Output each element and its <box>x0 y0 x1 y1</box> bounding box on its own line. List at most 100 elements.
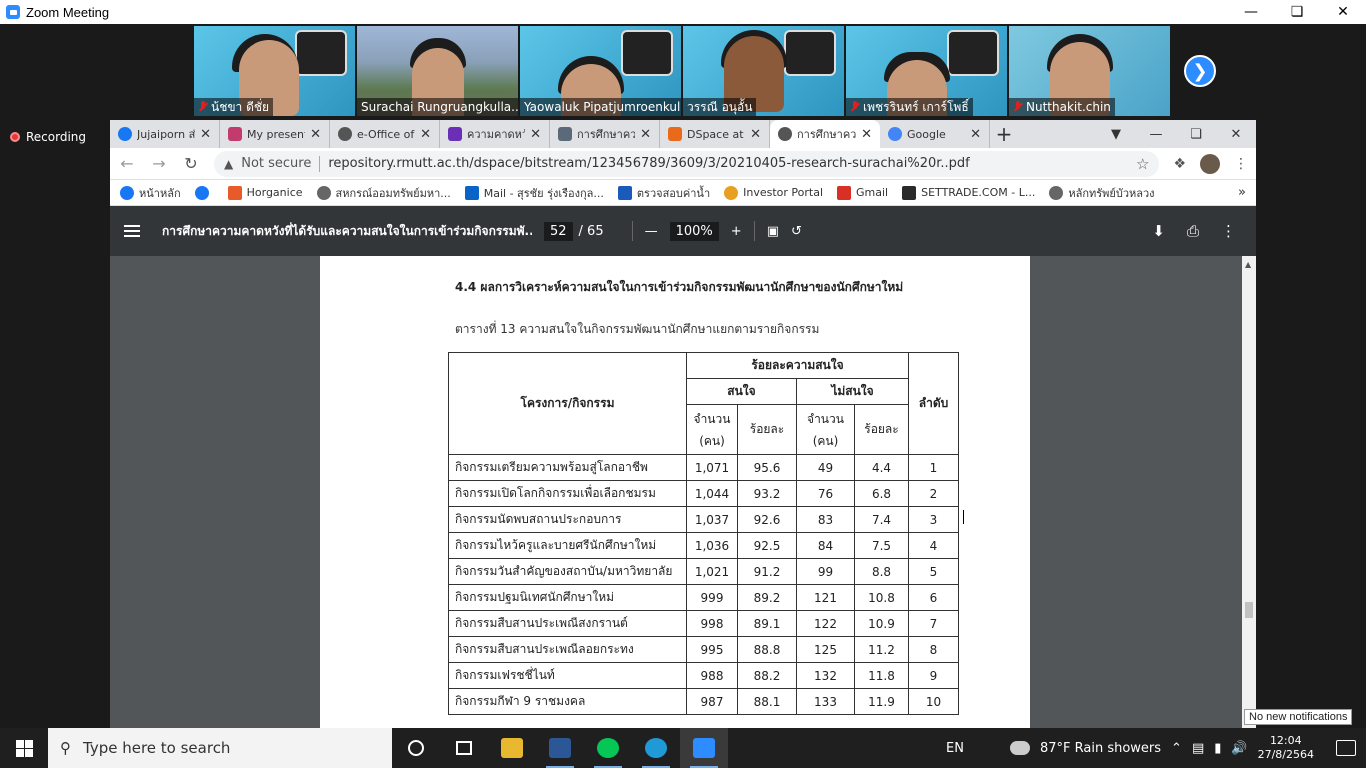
browser-tab[interactable]: My present ✕ <box>220 120 330 148</box>
table-row: กิจกรรมวันสำคัญของสถาบัน/มหาวิทยาลัย 1,02… <box>448 558 959 585</box>
bookmark-item[interactable]: Mail - สุรชัย รุ่งเรืองกุล... <box>464 184 604 202</box>
close-tab-icon[interactable]: ✕ <box>861 127 872 142</box>
zoom-in-icon[interactable]: + <box>731 224 742 239</box>
fit-page-icon[interactable]: ▣ <box>767 224 779 239</box>
participant-tile[interactable]: เพชรรินทร์ เการ์โพธิ์ <box>846 26 1007 116</box>
horganice-icon <box>227 185 242 200</box>
window-title: Zoom Meeting <box>26 4 110 20</box>
close-tab-icon[interactable]: ✕ <box>420 127 431 142</box>
browser-tab[interactable]: Google ✕ <box>880 120 990 148</box>
download-icon[interactable]: ⬇ <box>1152 222 1165 240</box>
bookmarks-overflow-icon[interactable]: » <box>1238 185 1246 200</box>
participant-tile[interactable]: น้ชขา ดีชั่ย <box>194 26 355 116</box>
battery-icon[interactable]: ▮ <box>1214 741 1221 756</box>
menu-hamburger-icon[interactable] <box>124 225 140 237</box>
close-tab-icon[interactable]: ✕ <box>310 127 321 142</box>
close-button[interactable]: ✕ <box>1320 0 1366 24</box>
word-icon[interactable] <box>536 728 584 768</box>
task-view-icon[interactable] <box>440 728 488 768</box>
pdf-scrollbar[interactable]: ▲ <box>1242 256 1256 728</box>
bookmark-item[interactable]: Horganice <box>227 185 303 200</box>
browser-tab[interactable]: DSpace at ✕ <box>660 120 770 148</box>
more-options-icon[interactable]: ⋮ <box>1221 222 1236 240</box>
minimize-button[interactable]: — <box>1228 0 1274 24</box>
close-tab-icon[interactable]: ✕ <box>530 127 541 142</box>
browser-window: Jujaiporn ส่ง ✕ My present ✕ e-Office of ✕ … <box>110 120 1256 728</box>
mic-muted-icon <box>850 101 860 113</box>
browser-tab[interactable]: การศึกษาคว ✕ <box>550 120 660 148</box>
col-not-interested-header: ไม่สนใจ <box>796 378 909 405</box>
tray-chevron-icon[interactable]: ⌃ <box>1171 741 1182 756</box>
browser-toolbar: ← → ↻ ▲ Not secure repository.rmutt.ac.t… <box>110 148 1256 180</box>
participant-tile[interactable]: Yaowaluk Pipatjumroenkul <box>520 26 681 116</box>
bookmark-item[interactable]: ตรวจสอบค่าน้ำ <box>617 184 710 202</box>
col-percent-header: ร้อยละ <box>737 404 797 455</box>
table-row: กิจกรรมกีฬา 9 ราชมงคล 987 88.1 133 11.9 10 <box>448 688 959 715</box>
page-number-input[interactable]: 52 <box>544 221 573 241</box>
browser-tab-active[interactable]: การศึกษาคว ✕ <box>770 120 880 148</box>
file-explorer-icon[interactable] <box>488 728 536 768</box>
volume-icon[interactable]: 🔊 <box>1231 741 1247 756</box>
bookmark-item[interactable]: หน้าหลัก <box>120 184 181 202</box>
line-icon[interactable] <box>584 728 632 768</box>
bookmark-star-icon[interactable]: ☆ <box>1136 155 1149 173</box>
rotate-icon[interactable]: ↺ <box>791 224 802 239</box>
edge-icon[interactable] <box>632 728 680 768</box>
weather-text[interactable]: 87°F Rain showers <box>1040 741 1161 756</box>
close-tab-icon[interactable]: ✕ <box>970 127 981 142</box>
print-icon[interactable]: ⎙ <box>1187 222 1199 240</box>
table-row: กิจกรรมปฐมนิเทศนักศึกษาใหม่ 999 89.2 121 10.… <box>448 584 959 611</box>
table-row: กิจกรรมไหว้ครูและบายศรีนักศึกษาใหม่ 1,036… <box>448 532 959 559</box>
participant-tile[interactable]: Nutthakit.chin <box>1009 26 1170 116</box>
clock[interactable]: 12:04 27/8/2564 <box>1258 734 1314 762</box>
browser-close-button[interactable]: ✕ <box>1216 127 1256 142</box>
scroll-up-arrow-icon[interactable]: ▲ <box>1245 260 1251 269</box>
close-tab-icon[interactable]: ✕ <box>640 127 651 142</box>
clock-date: 27/8/2564 <box>1257 748 1314 761</box>
bookmark-item[interactable]: Gmail <box>837 185 888 200</box>
browser-minimize-button[interactable]: — <box>1136 127 1176 142</box>
input-language[interactable]: EN <box>946 741 964 756</box>
start-windows-icon[interactable] <box>0 728 48 768</box>
zoom-icon[interactable] <box>680 728 728 768</box>
tab-strip: Jujaiporn ส่ง ✕ My present ✕ e-Office of ✕ … <box>110 120 1256 148</box>
bookmark-item[interactable] <box>194 185 214 200</box>
browser-tab[interactable]: e-Office of ✕ <box>330 120 440 148</box>
next-page-arrow-icon[interactable]: ❯ <box>1184 55 1216 87</box>
close-tab-icon[interactable]: ✕ <box>750 127 761 142</box>
mic-muted-icon <box>198 101 208 113</box>
network-icon[interactable]: ▤ <box>1192 741 1204 756</box>
new-tab-button[interactable]: + <box>990 120 1018 148</box>
close-tab-icon[interactable]: ✕ <box>200 127 211 142</box>
zoom-out-icon[interactable]: — <box>645 224 658 239</box>
profile-avatar[interactable] <box>1200 153 1220 174</box>
address-bar[interactable]: ▲ Not secure repository.rmutt.ac.th/dspa… <box>214 150 1160 177</box>
browser-restore-button[interactable]: ❏ <box>1176 127 1216 142</box>
back-arrow-icon[interactable]: ← <box>118 154 136 173</box>
browser-tab[interactable]: Jujaiporn ส่ง ✕ <box>110 120 220 148</box>
maximize-button[interactable]: ❏ <box>1274 0 1320 24</box>
browser-tab[interactable]: ความคาดหวัง✕ <box>440 120 550 148</box>
forward-arrow-icon[interactable]: → <box>150 154 168 173</box>
zoom-titlebar: Zoom Meeting — ❏ ✕ <box>0 0 1366 24</box>
bookmark-item[interactable]: สหกรณ์ออมทรัพย์มหา... <box>316 184 451 202</box>
pdf-viewport[interactable]: 4.4 ผลการวิเคราะห์ความสนใจในการเข้าร่วมก… <box>110 256 1256 728</box>
participant-tile[interactable]: วรรณี อนุอั้น <box>683 26 844 116</box>
participant-tile-active-speaker[interactable]: Surachai Rungruangkulla... <box>357 26 518 116</box>
scrollbar-thumb[interactable] <box>1245 602 1253 618</box>
bookmark-item[interactable]: SETTRADE.COM - L... <box>902 185 1035 200</box>
notification-tooltip: No new notifications <box>1244 709 1353 725</box>
menu-kebab-icon[interactable]: ⋮ <box>1234 156 1248 172</box>
table-caption: ตารางที่ 13 ความสนใจในกิจกรรมพัฒนานักศึก… <box>455 322 820 336</box>
url-text[interactable]: repository.rmutt.ac.th/dspace/bitstream/… <box>328 156 1128 171</box>
bookmark-item[interactable]: หลักทรัพย์บัวหลวง <box>1049 184 1155 202</box>
bookmark-item[interactable]: Investor Portal <box>724 185 823 200</box>
reload-icon[interactable]: ↻ <box>182 154 200 173</box>
tab-search-icon[interactable]: ▼ <box>1096 127 1136 142</box>
extensions-puzzle-icon[interactable]: ❖ <box>1173 156 1186 172</box>
taskbar-search-box[interactable]: ⚲ Type here to search <box>48 728 392 768</box>
facebook-icon <box>194 185 209 200</box>
action-center-icon[interactable] <box>1336 740 1356 756</box>
cortana-icon[interactable] <box>392 728 440 768</box>
zoom-level-input[interactable]: 100% <box>669 221 719 241</box>
